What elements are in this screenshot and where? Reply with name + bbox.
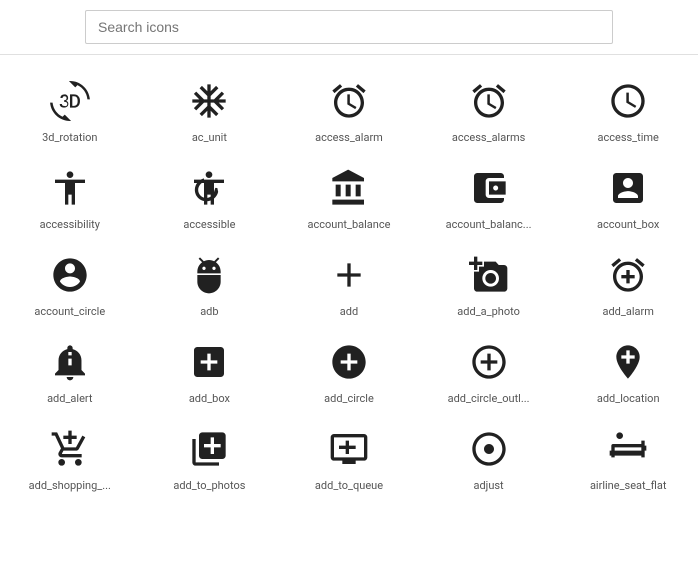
- icon-cell-3d_rotation[interactable]: 3d_rotation: [0, 65, 140, 152]
- icon-cell-access_time[interactable]: access_time: [558, 65, 698, 152]
- icon-cell-add_to_photos[interactable]: add_to_photos: [140, 413, 280, 500]
- icon-cell-add_alarm[interactable]: add_alarm: [558, 239, 698, 326]
- access_alarm-icon: [325, 77, 373, 125]
- icon-cell-add_box[interactable]: add_box: [140, 326, 280, 413]
- icon-cell-adb[interactable]: adb: [140, 239, 280, 326]
- adb-icon: [185, 251, 233, 299]
- add_alert-icon: [46, 338, 94, 386]
- add_circle-label: add_circle: [324, 392, 374, 405]
- icon-cell-add_alert[interactable]: add_alert: [0, 326, 140, 413]
- add_circle-icon: [325, 338, 373, 386]
- icons-grid: 3d_rotation ac_unit access_alarm access_ala…: [0, 55, 698, 510]
- access_time-label: access_time: [597, 131, 658, 144]
- access_alarms-icon: [465, 77, 513, 125]
- add_to_photos-icon: [185, 425, 233, 473]
- icon-cell-adjust[interactable]: adjust: [419, 413, 559, 500]
- icon-cell-add_location[interactable]: add_location: [558, 326, 698, 413]
- adjust-icon: [465, 425, 513, 473]
- access_alarms-label: access_alarms: [452, 131, 525, 144]
- access_time-icon: [604, 77, 652, 125]
- add_location-icon: [604, 338, 652, 386]
- adjust-label: adjust: [474, 479, 504, 492]
- icon-cell-access_alarm[interactable]: access_alarm: [279, 65, 419, 152]
- account_circle-label: account_circle: [34, 305, 105, 318]
- 3d_rotation-icon: [46, 77, 94, 125]
- add_a_photo-label: add_a_photo: [457, 305, 520, 318]
- add_to_queue-icon: [325, 425, 373, 473]
- icon-cell-accessible[interactable]: accessible: [140, 152, 280, 239]
- add_location-label: add_location: [597, 392, 660, 405]
- icon-cell-account_circle[interactable]: account_circle: [0, 239, 140, 326]
- icon-cell-account_box[interactable]: account_box: [558, 152, 698, 239]
- ac_unit-icon: [185, 77, 233, 125]
- account_box-label: account_box: [597, 218, 659, 231]
- account_circle-icon: [46, 251, 94, 299]
- accessibility-label: accessibility: [40, 218, 100, 231]
- icon-cell-access_alarms[interactable]: access_alarms: [419, 65, 559, 152]
- add_box-label: add_box: [189, 392, 230, 405]
- account_box-icon: [604, 164, 652, 212]
- add_to_queue-label: add_to_queue: [315, 479, 383, 492]
- add-label: add: [340, 305, 358, 318]
- icon-cell-add_circle_outline[interactable]: add_circle_outl...: [419, 326, 559, 413]
- airline_seat_flat-label: airline_seat_flat: [590, 479, 667, 492]
- search-bar-container: [0, 0, 698, 55]
- add_alarm-label: add_alarm: [603, 305, 654, 318]
- account_balance-label: account_balance: [308, 218, 391, 231]
- icon-cell-add_shopping_cart[interactable]: add_shopping_...: [0, 413, 140, 500]
- adb-label: adb: [200, 305, 218, 318]
- accessible-icon: [185, 164, 233, 212]
- 3d_rotation-label: 3d_rotation: [42, 131, 97, 144]
- access_alarm-label: access_alarm: [315, 131, 383, 144]
- add-icon: [325, 251, 373, 299]
- add_circle_outline-label: add_circle_outl...: [448, 392, 530, 405]
- add_alarm-icon: [604, 251, 652, 299]
- account_balance-icon: [325, 164, 373, 212]
- add_shopping_cart-label: add_shopping_...: [29, 479, 111, 492]
- icon-cell-account_balance_wallet[interactable]: account_balanc...: [419, 152, 559, 239]
- accessibility-icon: [46, 164, 94, 212]
- add_shopping_cart-icon: [46, 425, 94, 473]
- add_alert-label: add_alert: [47, 392, 92, 405]
- icon-cell-airline_seat_flat[interactable]: airline_seat_flat: [558, 413, 698, 500]
- icon-cell-add_to_queue[interactable]: add_to_queue: [279, 413, 419, 500]
- add_box-icon: [185, 338, 233, 386]
- icon-cell-add_circle[interactable]: add_circle: [279, 326, 419, 413]
- icon-cell-add[interactable]: add: [279, 239, 419, 326]
- account_balance_wallet-icon: [465, 164, 513, 212]
- add_to_photos-label: add_to_photos: [173, 479, 245, 492]
- icon-cell-add_a_photo[interactable]: add_a_photo: [419, 239, 559, 326]
- add_a_photo-icon: [465, 251, 513, 299]
- icon-cell-accessibility[interactable]: accessibility: [0, 152, 140, 239]
- ac_unit-label: ac_unit: [192, 131, 227, 144]
- account_balance_wallet-label: account_balanc...: [446, 218, 532, 231]
- airline_seat_flat-icon: [604, 425, 652, 473]
- icon-cell-account_balance[interactable]: account_balance: [279, 152, 419, 239]
- add_circle_outline-icon: [465, 338, 513, 386]
- search-input[interactable]: [85, 10, 613, 44]
- accessible-label: accessible: [183, 218, 235, 231]
- icon-cell-ac_unit[interactable]: ac_unit: [140, 65, 280, 152]
